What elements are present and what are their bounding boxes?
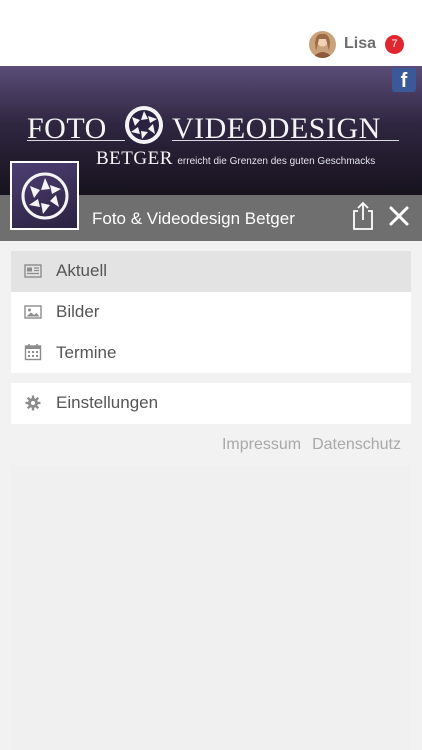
settings-menu: Einstellungen [11,383,411,424]
image-icon [24,304,42,319]
banner-subtitle: BETGER erreicht die Grenzen des guten Ge… [96,148,375,170]
menu-item-label: Bilder [56,302,100,322]
menu-item-aktuell[interactable]: Aktuell [11,251,411,292]
banner-sub-name: BETGER [96,148,173,169]
menu-item-bilder[interactable]: Bilder [11,292,411,333]
title-rule [172,140,399,141]
close-button[interactable] [388,205,410,227]
banner-title: FOTO VIDEODESIGN [27,106,399,146]
banner-title-left: FOTO [27,112,107,145]
aperture-logo-icon [124,105,164,145]
menu-item-label: Aktuell [56,261,108,281]
newspaper-icon [24,264,42,278]
impressum-link[interactable]: Impressum [222,436,301,454]
gear-icon [25,395,41,411]
footer-links: Impressum Datenschutz [222,436,401,454]
facebook-icon[interactable]: f [392,68,416,92]
menu-item-label: Termine [56,342,117,362]
user-name[interactable]: Lisa [344,35,376,53]
app-logo [10,161,79,230]
user-profile[interactable]: Lisa 7 [308,29,404,59]
content-area [11,465,411,750]
page-title: Foto & Videodesign Betger [92,209,295,228]
menu-item-einstellungen[interactable]: Einstellungen [11,383,411,424]
calendar-icon [24,344,42,361]
share-button[interactable] [350,201,376,231]
datenschutz-link[interactable]: Datenschutz [312,436,401,454]
aperture-logo-icon [12,163,77,228]
main-menu: Aktuell Bilder Termine [11,251,411,374]
share-icon [353,201,373,230]
close-icon [389,206,409,226]
banner-tagline: erreicht die Grenzen des guten Geschmack… [177,156,376,167]
menu-item-label: Einstellungen [56,393,159,413]
notification-badge[interactable]: 7 [385,34,404,54]
menu-item-termine[interactable]: Termine [11,332,411,373]
avatar[interactable] [308,30,336,58]
top-bar: Lisa 7 [0,0,422,66]
